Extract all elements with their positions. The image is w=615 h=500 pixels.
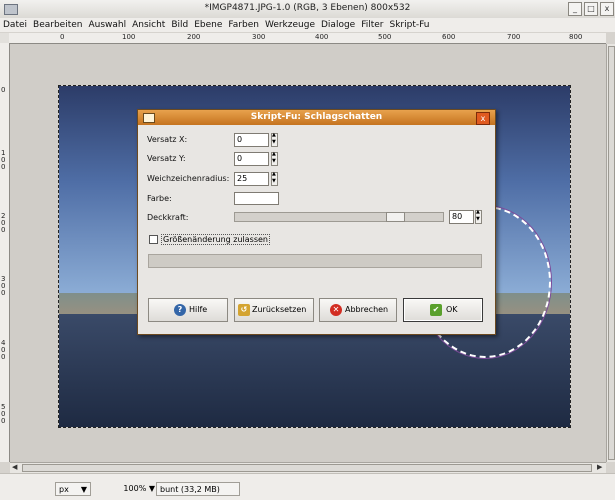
blur-radius-stepper[interactable]	[271, 171, 278, 186]
ruler-label: 0	[60, 33, 65, 41]
color-button[interactable]	[234, 192, 279, 205]
statusbar: px ▼ 100% ▼ bunt (33,2 MB)	[0, 473, 615, 500]
dialog-title: Skript-Fu: Schlagschatten	[250, 112, 383, 122]
help-button-label: Hilfe	[189, 305, 208, 314]
zoom-value: 100%	[123, 484, 147, 493]
vertical-scroll-thumb[interactable]	[608, 46, 615, 460]
cancel-icon: ✕	[330, 304, 342, 316]
vertical-scrollbar[interactable]	[606, 44, 615, 462]
offset-y-label: Versatz Y:	[147, 154, 186, 163]
color-label: Farbe:	[147, 194, 172, 203]
cancel-button[interactable]: ✕ Abbrechen	[319, 298, 397, 322]
menu-bearbeiten[interactable]: Bearbeiten	[30, 18, 85, 32]
cancel-button-label: Abbrechen	[345, 305, 389, 314]
dialog-close-button[interactable]: x	[476, 112, 490, 125]
ok-button-label: OK	[446, 305, 458, 314]
offset-y-value: 0	[237, 154, 243, 163]
menu-datei[interactable]: Datei	[0, 18, 30, 32]
blur-radius-value: 25	[237, 174, 248, 183]
menu-filter[interactable]: Filter	[358, 18, 386, 32]
menubar: Datei Bearbeiten Auswahl Ansicht Bild Ebene Fa…	[0, 18, 615, 32]
script-fu-dialog: Skript-Fu: Schlagschatten x Versatz X: 0…	[137, 109, 496, 335]
reset-button[interactable]: ↺ Zurücksetzen	[234, 298, 314, 322]
opacity-label: Deckkraft:	[147, 213, 189, 222]
blur-radius-input[interactable]: 25	[234, 172, 269, 186]
horizontal-scroll-thumb[interactable]	[22, 464, 592, 472]
reset-icon: ↺	[238, 304, 250, 316]
ruler-label: 300	[1, 275, 6, 297]
vertical-ruler[interactable]: 0 100 200 300 400 500	[0, 43, 10, 462]
menu-farben[interactable]: Farben	[225, 18, 262, 32]
menu-bild[interactable]: Bild	[168, 18, 191, 32]
menu-skript-fu[interactable]: Skript-Fu	[387, 18, 433, 32]
maximize-button[interactable]: □	[584, 2, 598, 16]
ruler-label: 200	[187, 33, 201, 41]
menu-werkzeuge[interactable]: Werkzeuge	[262, 18, 318, 32]
ok-icon: ✔	[430, 304, 442, 316]
offset-x-input[interactable]: 0	[234, 133, 269, 147]
dialog-titlebar[interactable]: Skript-Fu: Schlagschatten x	[138, 110, 495, 125]
ruler-label: 100	[122, 33, 136, 41]
opacity-slider[interactable]	[234, 212, 444, 222]
horizontal-ruler[interactable]: 0 100 200 300 400 500 600 700 800	[9, 33, 606, 44]
zoom-select[interactable]: 100% ▼	[105, 482, 155, 496]
horizontal-scrollbar[interactable]: ◀ ▶	[10, 462, 606, 473]
offset-x-value: 0	[237, 135, 243, 144]
opacity-input[interactable]: 80	[449, 210, 474, 224]
ok-button[interactable]: ✔ OK	[403, 298, 483, 322]
ruler-label: 400	[1, 339, 6, 361]
progress-bar	[148, 254, 482, 268]
reset-button-label: Zurücksetzen	[252, 305, 307, 314]
resize-checkbox[interactable]	[149, 235, 158, 244]
menu-dialoge[interactable]: Dialoge	[318, 18, 358, 32]
menu-auswahl[interactable]: Auswahl	[85, 18, 129, 32]
blur-radius-label: Weichzeichenradius:	[147, 174, 230, 183]
opacity-stepper[interactable]	[475, 209, 482, 224]
resize-checkbox-label[interactable]: Größenänderung zulassen	[161, 234, 270, 245]
help-button[interactable]: ? Hilfe	[148, 298, 228, 322]
chevron-down-icon: ▼	[80, 485, 87, 494]
close-button[interactable]: x	[600, 2, 614, 16]
ruler-label: 100	[1, 149, 6, 171]
ruler-label: 200	[1, 212, 6, 234]
unit-select[interactable]: px ▼	[55, 482, 91, 496]
menu-ebene[interactable]: Ebene	[191, 18, 225, 32]
ruler-label: 400	[315, 33, 329, 41]
offset-y-input[interactable]: 0	[234, 152, 269, 166]
ruler-label: 600	[442, 33, 456, 41]
opacity-value: 80	[452, 212, 463, 221]
minimize-button[interactable]: _	[568, 2, 582, 16]
offset-y-stepper[interactable]	[271, 151, 278, 166]
ruler-label: 500	[1, 403, 6, 425]
offset-x-stepper[interactable]	[271, 132, 278, 147]
window-title: *IMGP4871.JPG-1.0 (RGB, 3 Ebenen) 800x53…	[204, 3, 411, 13]
chevron-down-icon: ▼	[148, 484, 155, 493]
offset-x-label: Versatz X:	[147, 135, 188, 144]
unit-value: px	[59, 485, 69, 494]
ruler-label: 700	[507, 33, 521, 41]
status-info: bunt (33,2 MB)	[156, 482, 240, 496]
opacity-slider-handle[interactable]	[386, 212, 405, 222]
help-icon: ?	[174, 304, 186, 316]
scroll-left-icon[interactable]: ◀	[12, 463, 17, 471]
ruler-label: 800	[569, 33, 583, 41]
menu-ansicht[interactable]: Ansicht	[129, 18, 168, 32]
ruler-label: 0	[1, 86, 6, 94]
window-titlebar: *IMGP4871.JPG-1.0 (RGB, 3 Ebenen) 800x53…	[0, 0, 615, 19]
ruler-label: 500	[378, 33, 392, 41]
ruler-label: 300	[252, 33, 266, 41]
scroll-right-icon[interactable]: ▶	[597, 463, 602, 471]
